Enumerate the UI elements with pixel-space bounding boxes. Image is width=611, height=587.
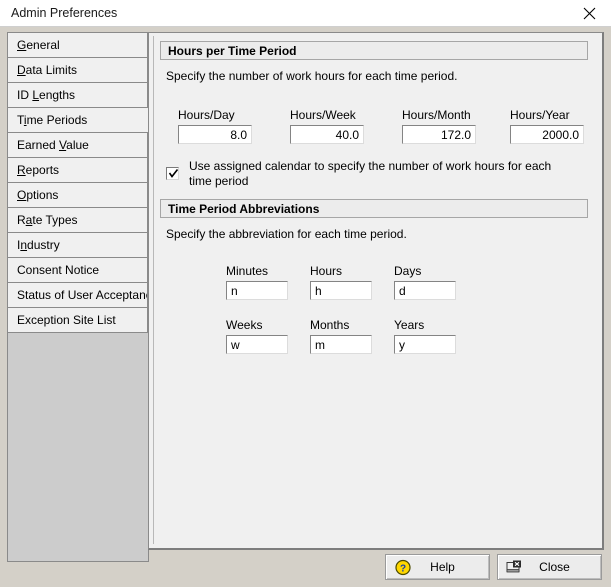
sidebar-item-label: Options bbox=[17, 188, 59, 202]
close-button[interactable]: Close bbox=[497, 554, 602, 580]
hours-per-week-field: Hours/Week 40.0 bbox=[290, 108, 364, 144]
abbreviations-section-header: Time Period Abbreviations bbox=[160, 199, 588, 218]
sidebar-item-label: Earned Value bbox=[17, 138, 89, 152]
sidebar-item-status-of-user-acceptance[interactable]: Status of User Acceptance bbox=[8, 283, 148, 308]
sidebar-item-label: Consent Notice bbox=[17, 263, 100, 277]
hours-per-week-label: Hours/Week bbox=[290, 108, 356, 122]
hours-per-month-field: Hours/Month 172.0 bbox=[402, 108, 476, 144]
sidebar-item-general[interactable]: General bbox=[8, 33, 148, 58]
sidebar-item-industry[interactable]: Industry bbox=[8, 233, 148, 258]
sidebar-item-earned-value[interactable]: Earned Value bbox=[8, 133, 148, 158]
hours-per-month-label: Hours/Month bbox=[402, 108, 471, 122]
use-assigned-calendar-label: Use assigned calendar to specify the num… bbox=[189, 159, 552, 188]
use-assigned-calendar-row: Use assigned calendar to specify the num… bbox=[166, 159, 586, 189]
window-title: Admin Preferences bbox=[11, 6, 118, 20]
minutes-abbrev-input[interactable]: n bbox=[226, 281, 288, 300]
sidebar-item-label: General bbox=[17, 38, 60, 52]
svg-text:?: ? bbox=[399, 563, 405, 574]
sidebar-tab-list: General Data Limits ID Lengths Time Peri… bbox=[7, 32, 150, 562]
sidebar-item-label: Rate Types bbox=[17, 213, 78, 227]
hours-per-day-field: Hours/Day 8.0 bbox=[178, 108, 252, 144]
use-assigned-calendar-checkbox[interactable] bbox=[166, 167, 179, 180]
sidebar-item-label: ID Lengths bbox=[17, 88, 76, 102]
months-abbrev-field: Months m bbox=[310, 318, 372, 354]
content-panel: Hours per Time Period Specify the number… bbox=[148, 32, 604, 550]
months-abbrev-label: Months bbox=[310, 318, 350, 332]
sidebar-item-consent-notice[interactable]: Consent Notice bbox=[8, 258, 148, 283]
days-abbrev-field: Days d bbox=[394, 264, 456, 300]
weeks-abbrev-label: Weeks bbox=[226, 318, 263, 332]
checkmark-icon bbox=[168, 169, 179, 178]
close-window-icon bbox=[506, 559, 523, 576]
sidebar-item-exception-site-list[interactable]: Exception Site List bbox=[8, 308, 148, 333]
sidebar-item-rate-types[interactable]: Rate Types bbox=[8, 208, 148, 233]
weeks-abbrev-input[interactable]: w bbox=[226, 335, 288, 354]
hours-per-year-input[interactable]: 2000.0 bbox=[510, 125, 584, 144]
hours-abbrev-input[interactable]: h bbox=[310, 281, 372, 300]
hours-per-week-input[interactable]: 40.0 bbox=[290, 125, 364, 144]
sidebar-item-options[interactable]: Options bbox=[8, 183, 148, 208]
hours-per-day-label: Hours/Day bbox=[178, 108, 235, 122]
abbreviations-section-description: Specify the abbreviation for each time p… bbox=[166, 227, 407, 241]
days-abbrev-input[interactable]: d bbox=[394, 281, 456, 300]
years-abbrev-label: Years bbox=[394, 318, 425, 332]
weeks-abbrev-field: Weeks w bbox=[226, 318, 288, 354]
window-body: General Data Limits ID Lengths Time Peri… bbox=[0, 27, 611, 587]
days-abbrev-label: Days bbox=[394, 264, 422, 278]
close-x-icon bbox=[583, 7, 595, 19]
months-abbrev-input[interactable]: m bbox=[310, 335, 372, 354]
sidebar-item-time-periods[interactable]: Time Periods bbox=[8, 108, 150, 133]
title-bar: Admin Preferences bbox=[0, 0, 611, 27]
hours-abbrev-field: Hours h bbox=[310, 264, 372, 300]
sidebar-item-label: Status of User Acceptance bbox=[17, 288, 148, 302]
sidebar-item-label: Industry bbox=[17, 238, 60, 252]
minutes-abbrev-field: Minutes n bbox=[226, 264, 288, 300]
sidebar-item-label: Reports bbox=[17, 163, 60, 177]
sidebar-item-id-lengths[interactable]: ID Lengths bbox=[8, 83, 148, 108]
years-abbrev-field: Years y bbox=[394, 318, 456, 354]
hours-per-year-label: Hours/Year bbox=[510, 108, 570, 122]
hours-section-header: Hours per Time Period bbox=[160, 41, 588, 60]
years-abbrev-input[interactable]: y bbox=[394, 335, 456, 354]
hours-abbrev-label: Hours bbox=[310, 264, 343, 278]
sidebar-item-data-limits[interactable]: Data Limits bbox=[8, 58, 148, 83]
help-button[interactable]: ? Help bbox=[385, 554, 490, 580]
hours-per-month-input[interactable]: 172.0 bbox=[402, 125, 476, 144]
minutes-abbrev-label: Minutes bbox=[226, 264, 269, 278]
hours-per-day-input[interactable]: 8.0 bbox=[178, 125, 252, 144]
content-inner: Hours per Time Period Specify the number… bbox=[153, 36, 597, 544]
sidebar-item-label: Data Limits bbox=[17, 63, 78, 77]
sidebar-item-reports[interactable]: Reports bbox=[8, 158, 148, 183]
titlebar-close-button[interactable] bbox=[567, 0, 611, 26]
sidebar-item-label: Exception Site List bbox=[17, 313, 116, 327]
sidebar-item-label: Time Periods bbox=[17, 113, 88, 127]
hours-section-description: Specify the number of work hours for eac… bbox=[166, 69, 458, 83]
question-mark-icon: ? bbox=[394, 559, 411, 576]
hours-per-year-field: Hours/Year 2000.0 bbox=[510, 108, 584, 144]
